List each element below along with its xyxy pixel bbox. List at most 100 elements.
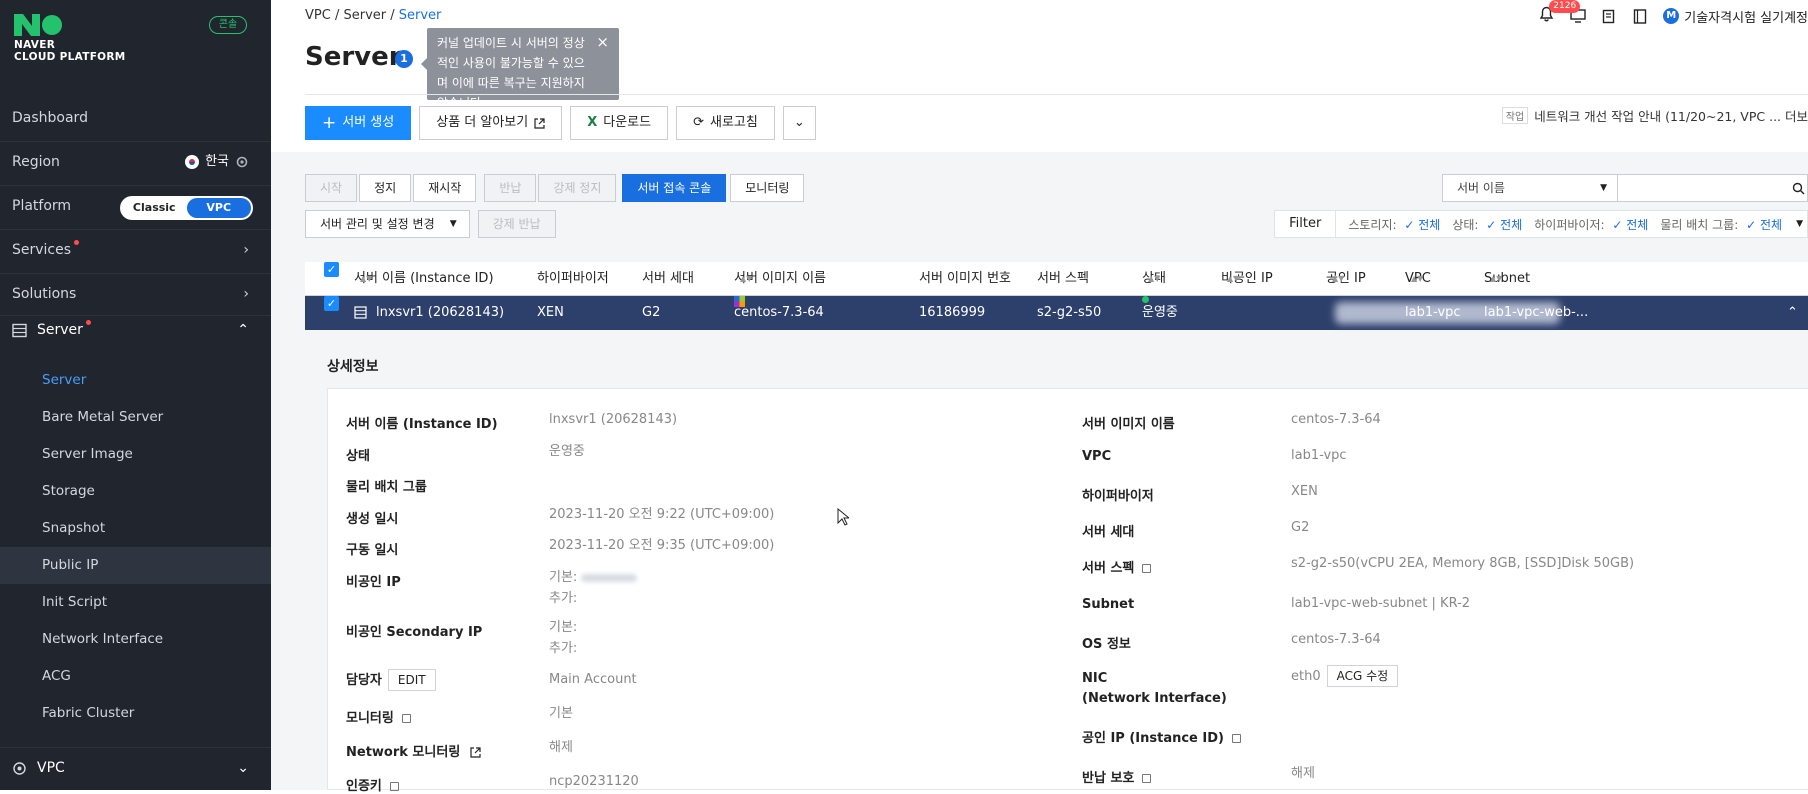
- table-row[interactable]: ✓ lnxsvr1 (20628143) XEN G2 centos-7.3-6…: [305, 296, 1808, 330]
- sidebar-item-server-image[interactable]: Server Image: [0, 436, 271, 473]
- detail-label-subnet: Subnet: [1082, 597, 1135, 612]
- manage-settings-dropdown[interactable]: 서버 관리 및 설정 변경 ▼: [305, 210, 470, 238]
- book-icon[interactable]: [1633, 8, 1647, 24]
- refresh-label: 새로고침: [710, 115, 758, 130]
- external-link-icon: [534, 117, 545, 129]
- search-icon[interactable]: [1792, 182, 1805, 195]
- detail-value-generation: G2: [1291, 520, 1310, 535]
- server-console-button[interactable]: 서버 접속 콘솔: [622, 174, 727, 202]
- korea-flag-icon: [185, 155, 200, 169]
- info-count-badge[interactable]: 1: [395, 50, 413, 68]
- filter-bar: Filter 스토리지: ✓ 전체 상태: ✓ 전체 하이퍼바이저: ✓ 전체 …: [1274, 210, 1808, 238]
- manage-settings-label: 서버 관리 및 설정 변경: [320, 217, 435, 231]
- close-icon[interactable]: ×: [596, 32, 609, 52]
- detail-value-vpc: lab1-vpc: [1291, 448, 1347, 463]
- nav-server-section[interactable]: Server ⌃: [0, 310, 271, 350]
- tooltip-text: 커널 업데이트 시 서버의 정상적인 사용이 불가능할 수 있으며 이에 따른 …: [437, 36, 585, 110]
- external-link-icon[interactable]: [470, 747, 481, 758]
- detail-value-hypervisor: XEN: [1291, 484, 1318, 499]
- mouse-cursor-icon: [837, 508, 849, 526]
- detail-value-private-ip-extra: 추가:: [549, 591, 578, 606]
- detail-value-monitoring: 기본: [549, 706, 573, 721]
- sidebar-item-server[interactable]: Server: [0, 362, 271, 399]
- kernel-tooltip: 커널 업데이트 시 서버의 정상적인 사용이 불가능할 수 있으며 이에 따른 …: [421, 28, 619, 110]
- row-checkbox[interactable]: ✓: [324, 296, 339, 311]
- chevron-up-icon[interactable]: ⌃: [1787, 296, 1798, 330]
- filter-placement-label: 물리 배치 그룹:: [1660, 217, 1739, 232]
- select-all-checkbox[interactable]: ✓: [324, 262, 339, 277]
- sidebar-item-fabric-cluster[interactable]: Fabric Cluster: [0, 695, 271, 732]
- monitoring-button[interactable]: 모니터링: [730, 174, 805, 202]
- nav-dashboard[interactable]: Dashboard: [0, 98, 271, 138]
- account-menu[interactable]: M 기술자격시험 실기계정: [1663, 7, 1808, 26]
- sidebar-item-bare-metal-server[interactable]: Bare Metal Server: [0, 399, 271, 436]
- filter-title[interactable]: Filter: [1275, 211, 1337, 237]
- notification-bell[interactable]: 2126: [1539, 0, 1581, 26]
- more-dropdown-button[interactable]: ⌄: [782, 106, 816, 140]
- chevron-down-icon: ⌄: [237, 760, 249, 776]
- detail-value-image-name: centos-7.3-64: [1291, 412, 1381, 427]
- nav-solutions-label: Solutions: [12, 286, 77, 302]
- search-field-select[interactable]: 서버 이름: [1442, 174, 1618, 202]
- console-badge[interactable]: 콘솔: [209, 16, 247, 34]
- sidebar-item-storage[interactable]: Storage: [0, 473, 271, 510]
- platform-classic[interactable]: Classic: [122, 198, 187, 218]
- filter-hypervisor-value: ✓ 전체: [1612, 217, 1649, 232]
- nav-services[interactable]: Services ›: [0, 230, 271, 270]
- breadcrumb-server[interactable]: Server: [343, 8, 386, 23]
- search-input[interactable]: [1618, 174, 1808, 202]
- breadcrumb-vpc[interactable]: VPC: [305, 8, 331, 23]
- notice-tag: 작업: [1501, 107, 1529, 124]
- return-button[interactable]: 반납: [484, 174, 537, 202]
- detail-value-return-protect: 해제: [1291, 766, 1315, 781]
- download-button[interactable]: X 다운로드: [570, 106, 669, 140]
- filter-storage-value: ✓ 전체: [1404, 217, 1441, 232]
- detail-value-private-ip: 기본:: [549, 567, 638, 588]
- region-value: 한국: [205, 154, 229, 169]
- sidebar-item-acg[interactable]: ACG: [0, 658, 271, 695]
- platform-vpc[interactable]: VPC: [186, 198, 251, 218]
- copy-icon[interactable]: [1142, 564, 1152, 573]
- platform-toggle[interactable]: Classic VPC: [120, 196, 253, 220]
- copy-icon[interactable]: [401, 714, 411, 723]
- nav-region[interactable]: Region 한국: [0, 142, 271, 182]
- region-selector[interactable]: 한국: [185, 142, 249, 182]
- force-stop-button[interactable]: 강제 정지: [538, 174, 617, 202]
- sidebar-item-snapshot[interactable]: Snapshot: [0, 510, 271, 547]
- sidebar-item-init-script[interactable]: Init Script: [0, 584, 271, 621]
- nav-vpc-section[interactable]: VPC ⌄: [0, 748, 271, 788]
- col-generation: 서버 세대: [642, 271, 694, 286]
- nav-solutions[interactable]: Solutions ›: [0, 274, 271, 314]
- edit-note-icon[interactable]: [1602, 9, 1617, 24]
- row-generation: G2: [642, 305, 661, 320]
- detail-label-nic: NIC (Network Interface): [1082, 671, 1227, 706]
- stop-button[interactable]: 정지: [359, 174, 412, 202]
- chevron-down-icon: ⌄: [793, 115, 805, 130]
- create-server-button[interactable]: + 서버 생성: [305, 106, 412, 140]
- start-button[interactable]: 시작: [305, 174, 358, 202]
- detail-value-secondary-ip: 기본:: [549, 620, 578, 635]
- filter-hypervisor[interactable]: 하이퍼바이저: ✓ 전체: [1522, 216, 1648, 233]
- detail-value-nic: eth0 ACG 수정: [1291, 665, 1399, 687]
- detail-label-net-monitoring: Network 모니터링: [346, 741, 481, 760]
- naver-cloud-logo[interactable]: NAVER CLOUD PLATFORM: [14, 14, 126, 63]
- refresh-button[interactable]: ⟳ 새로고침: [676, 106, 775, 140]
- filter-placement-group[interactable]: 물리 배치 그룹: ✓ 전체: [1648, 216, 1782, 233]
- caret-down-icon[interactable]: ▼: [1796, 219, 1803, 229]
- nav-vpc-label: VPC: [37, 760, 65, 776]
- notice-banner[interactable]: 작업 네트워크 개선 작업 안내 (11/20~21, VPC ... 더보: [1501, 106, 1808, 125]
- copy-icon[interactable]: [1231, 734, 1241, 743]
- edit-owner-button[interactable]: EDIT: [387, 669, 436, 691]
- learn-more-button[interactable]: 상품 더 알아보기: [419, 106, 563, 140]
- gear-icon[interactable]: [235, 155, 249, 169]
- acg-edit-button[interactable]: ACG 수정: [1326, 665, 1399, 687]
- new-dot: [74, 240, 80, 245]
- filter-status[interactable]: 상태: ✓ 전체: [1440, 216, 1522, 233]
- sidebar-item-network-interface[interactable]: Network Interface: [0, 621, 271, 658]
- filter-storage[interactable]: 스토리지: ✓ 전체: [1336, 216, 1440, 233]
- nav-platform-label: Platform: [12, 198, 72, 214]
- force-return-button[interactable]: 강제 반납: [477, 210, 556, 238]
- sidebar-item-public-ip[interactable]: Public IP: [0, 547, 271, 584]
- restart-button[interactable]: 재시작: [413, 174, 477, 202]
- copy-icon[interactable]: [1142, 774, 1152, 783]
